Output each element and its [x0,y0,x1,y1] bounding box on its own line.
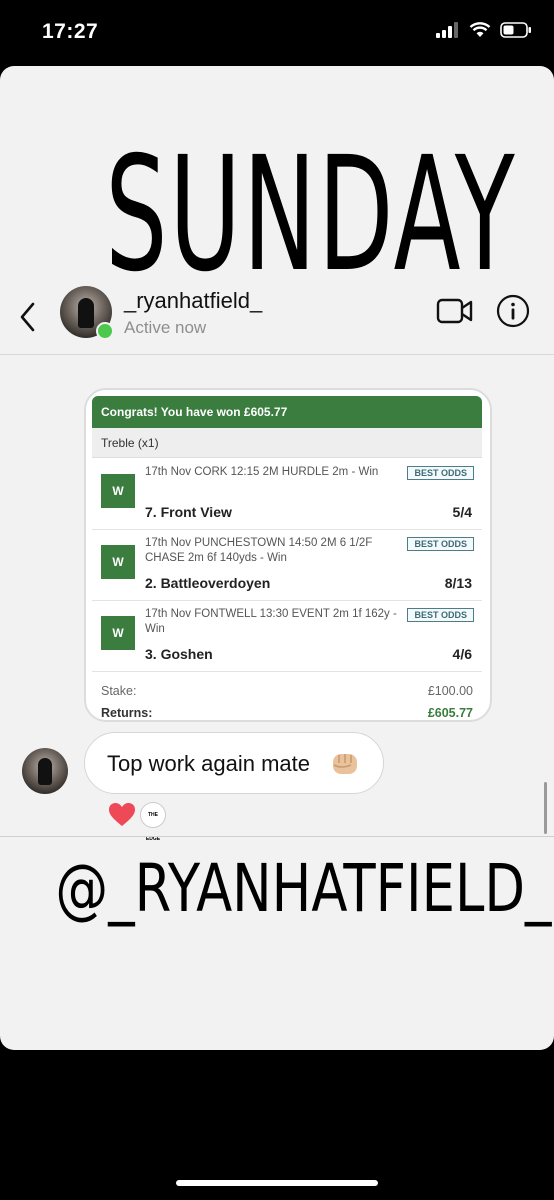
best-odds-tag: BEST ODDS [407,466,474,480]
story-card: SUNDAY _ryanhatfield_ Active now Congrat… [0,66,554,1050]
sender-avatar[interactable] [22,748,68,794]
returns-label: Returns: [101,706,153,720]
online-indicator [96,322,114,340]
best-odds-tag: BEST ODDS [407,537,474,551]
win-badge: W [101,616,135,650]
divider [0,836,554,837]
video-call-icon[interactable] [436,296,474,326]
status-icons [436,22,532,38]
selection-description: 17th Nov CORK 12:15 2M HURDLE 2m - Win [145,466,379,478]
message-text: Top work again mate [107,751,310,776]
status-bar: 17:27 [0,0,554,66]
shared-bet-slip-image[interactable]: Congrats! You have won £605.77 Treble (x… [84,388,492,722]
best-odds-tag: BEST ODDS [407,608,474,622]
bet-type: Treble (x1) [92,428,482,458]
back-arrow-icon[interactable] [16,300,40,334]
heart-icon [109,803,135,826]
win-badge: W [101,545,135,579]
reactor-avatar: THE EDGE [140,802,166,842]
selection-name: 3. Goshen [145,646,213,662]
selection-description: 17th Nov FONTWELL 13:30 EVENT 2m 1f 162y… [145,608,397,635]
message-reactions[interactable]: THE EDGE [108,802,166,842]
chat-username[interactable]: _ryanhatfield_ [124,288,262,314]
fist-bump-emoji-icon [333,754,357,774]
info-icon[interactable] [496,294,530,328]
message-bubble[interactable]: Top work again mate [84,732,384,794]
bet-slip: Congrats! You have won £605.77 Treble (x… [92,390,482,720]
active-status: Active now [124,318,207,337]
wifi-icon [469,22,491,37]
bet-selection: W 17th Nov PUNCHESTOWN 14:50 2M 6 1/2F C… [92,529,482,601]
chat-header: _ryanhatfield_ Active now [0,286,554,355]
stake-label: Stake: [101,684,137,698]
win-badge: W [101,474,135,508]
scrollbar[interactable] [544,782,547,834]
selection-name: 2. Battleoverdoyen [145,575,271,591]
home-indicator[interactable] [176,1180,378,1186]
battery-icon [500,22,531,38]
returns-value: £605.77 [427,706,473,720]
bet-selection: W 17th Nov FONTWELL 13:30 EVENT 2m 1f 16… [92,600,482,672]
story-title-overlay: SUNDAY [105,123,517,307]
selection-odds: 5/4 [452,504,472,520]
clock: 17:27 [42,20,99,43]
profile-avatar[interactable] [60,286,114,340]
story-handle-overlay: @_RYANHATFIELD_ [55,850,552,927]
congrats-banner: Congrats! You have won £605.77 [92,396,482,428]
selection-odds: 8/13 [444,575,472,591]
stake-value: £100.00 [427,684,473,698]
selection-odds: 4/6 [452,646,472,662]
signal-icon [436,22,458,38]
returns-row: Returns: £605.77 [101,706,473,720]
bet-selection: W 17th Nov CORK 12:15 2M HURDLE 2m - Win… [92,458,482,530]
selection-description: 17th Nov PUNCHESTOWN 14:50 2M 6 1/2F CHA… [145,537,373,564]
stake-row: Stake: £100.00 [101,684,473,698]
selection-name: 7. Front View [145,504,232,520]
